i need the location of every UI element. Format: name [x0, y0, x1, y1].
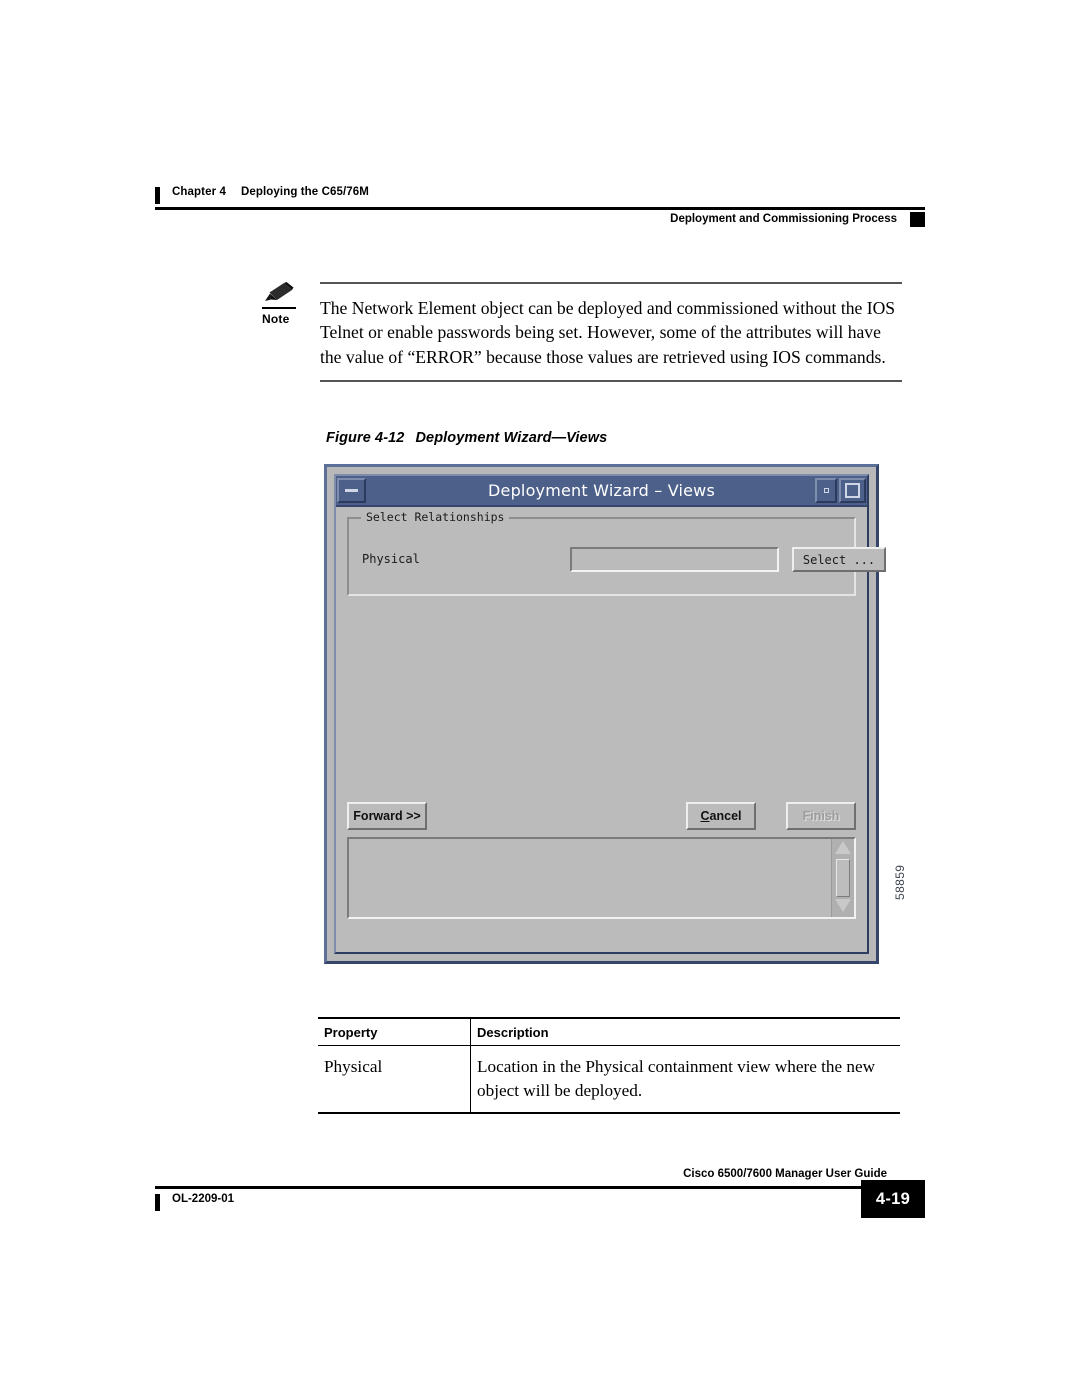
page-number-badge: 4-19 — [861, 1180, 925, 1218]
physical-label: Physical — [362, 552, 420, 566]
cancel-mnemonic: C — [700, 809, 710, 823]
header-right-square — [910, 212, 925, 227]
dialog-title: Deployment Wizard – Views — [488, 481, 715, 500]
header-left-tick — [155, 187, 160, 204]
maximize-icon[interactable] — [839, 478, 866, 503]
header-section-title: Deployment and Commissioning Process — [670, 213, 897, 225]
select-button[interactable]: Select ... — [792, 547, 886, 572]
table-row: Physical Location in the Physical contai… — [318, 1045, 900, 1114]
page-header: Chapter 4 Deploying the C65/76M Deploymen… — [155, 186, 925, 236]
note-rule-bottom — [320, 379, 902, 382]
dialog-window-frame: Deployment Wizard – Views Select Relatio… — [324, 464, 886, 964]
footer-guide-row: Cisco 6500/7600 Manager User Guide — [155, 1168, 925, 1190]
figure-caption: Figure 4-12 Deployment Wizard—Views — [326, 430, 607, 446]
header-chapter: Chapter 4 Deploying the C65/76M — [172, 186, 369, 198]
scroll-up-arrow-icon[interactable] — [834, 841, 851, 857]
cell-description: Location in the Physical containment vie… — [470, 1045, 900, 1114]
dialog-titlebar[interactable]: Deployment Wizard – Views — [336, 476, 867, 507]
physical-input[interactable] — [570, 547, 779, 572]
scrollbar-thumb[interactable] — [836, 859, 850, 897]
scroll-down-arrow-icon[interactable] — [834, 899, 851, 915]
footer-doc-id: OL-2209-01 — [172, 1193, 235, 1205]
figure-image: Deployment Wizard – Views Select Relatio… — [324, 464, 886, 964]
group-legend: Select Relationships — [361, 510, 510, 524]
log-output-pane[interactable] — [347, 837, 856, 919]
pencil-icon — [265, 282, 294, 301]
log-vertical-scrollbar[interactable] — [831, 839, 854, 917]
note-icon-rule — [262, 307, 296, 309]
page-footer: Cisco 6500/7600 Manager User Guide OL-22… — [155, 1168, 925, 1220]
header-chapter-row: Chapter 4 Deploying the C65/76M — [155, 186, 925, 210]
cell-property: Physical — [318, 1045, 471, 1114]
note-text: The Network Element object can be deploy… — [320, 297, 896, 368]
minimize-icon[interactable] — [337, 478, 366, 503]
select-relationships-group: Select Relationships Physical Select ... — [347, 510, 886, 596]
column-header-property: Property — [318, 1017, 471, 1046]
footer-docid-row: OL-2209-01 4-19 — [155, 1180, 925, 1220]
cancel-label-rest: ancel — [709, 809, 742, 823]
dialog-button-bar: Forward >> Cancel Finish — [347, 802, 856, 830]
note-body: The Network Element object can be deploy… — [320, 282, 902, 382]
restore-icon[interactable] — [815, 478, 837, 503]
footer-left-tick — [155, 1194, 160, 1211]
figure-id-number: 58859 — [893, 864, 907, 900]
figure-title: Deployment Wizard—Views — [415, 430, 608, 446]
cancel-button[interactable]: Cancel — [686, 802, 756, 830]
header-section-row: Deployment and Commissioning Process — [155, 210, 925, 236]
log-output-text — [349, 839, 832, 917]
note-label: Note — [262, 312, 290, 326]
dialog-client-area: Select Relationships Physical Select ...… — [336, 507, 886, 952]
dialog-window: Deployment Wizard – Views Select Relatio… — [334, 474, 886, 954]
header-chapter-title: Deploying the C65/76M — [240, 186, 369, 198]
figure-number: Figure 4-12 — [326, 430, 405, 446]
finish-button[interactable]: Finish — [786, 802, 856, 830]
footer-guide-title: Cisco 6500/7600 Manager User Guide — [683, 1168, 887, 1180]
property-table: Property Description Physical Location i… — [318, 1017, 900, 1114]
column-header-description: Description — [470, 1017, 900, 1046]
note-icon-column: Note — [262, 282, 308, 326]
physical-row: Physical Select ... — [349, 547, 886, 575]
header-chapter-number: Chapter 4 — [172, 186, 226, 198]
footer-rule — [155, 1186, 887, 1189]
forward-button[interactable]: Forward >> — [347, 802, 427, 830]
table-header-row: Property Description — [318, 1017, 900, 1046]
